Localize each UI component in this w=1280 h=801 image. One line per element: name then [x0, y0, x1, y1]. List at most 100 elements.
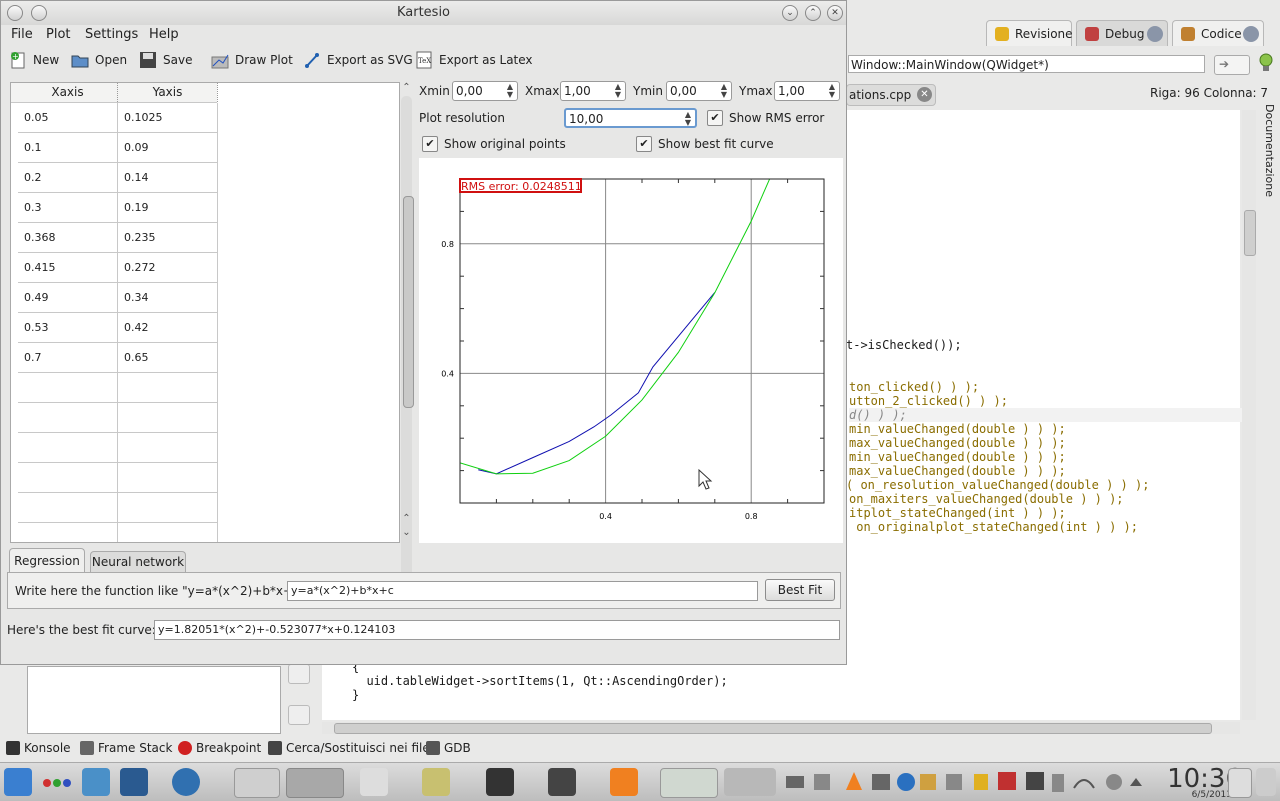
spin-arrows-icon[interactable]: ▲ ▼: [683, 111, 693, 127]
filter-icon[interactable]: [288, 664, 310, 684]
table-cell-x[interactable]: 0.49: [18, 283, 118, 313]
close-icon[interactable]: ✕: [917, 87, 932, 102]
table-cell-y[interactable]: [118, 463, 218, 493]
scroll-down-icon[interactable]: ⌄: [400, 527, 413, 539]
resolution-spinbox[interactable]: 10,00 ▲ ▼: [564, 108, 697, 128]
xmin-spinbox[interactable]: 0,00 ▲ ▼: [452, 81, 518, 101]
task-icon[interactable]: [422, 768, 450, 796]
cashew-icon[interactable]: [1256, 768, 1276, 796]
open-button[interactable]: Open: [71, 49, 129, 71]
table-cell-y[interactable]: 0.09: [118, 133, 218, 163]
new-button[interactable]: + New: [9, 49, 59, 71]
tab-regression[interactable]: Regression: [9, 548, 85, 572]
draw-plot-button[interactable]: Draw Plot: [211, 49, 295, 71]
lightbulb-icon[interactable]: [1258, 53, 1274, 73]
column-header-xaxis[interactable]: Xaxis: [18, 83, 118, 102]
menu-settings[interactable]: Settings: [85, 27, 138, 42]
best-fit-button[interactable]: Best Fit: [765, 579, 835, 601]
table-cell-x[interactable]: 0.368: [18, 223, 118, 253]
tab-neural-network[interactable]: Neural network: [90, 551, 186, 572]
console-icon[interactable]: [548, 768, 576, 796]
table-cell-x[interactable]: [18, 523, 118, 542]
minimize-icon[interactable]: ⌄: [782, 5, 798, 21]
table-cell-y[interactable]: [118, 403, 218, 433]
ymax-spinbox[interactable]: 1,00 ▲ ▼: [774, 81, 840, 101]
tab-codice[interactable]: Codice: [1172, 20, 1264, 46]
terminal-icon[interactable]: [486, 768, 514, 796]
trash-icon[interactable]: [1228, 768, 1252, 798]
tab-debug[interactable]: Debug: [1076, 20, 1168, 46]
table-row[interactable]: 0.7 0.65: [18, 343, 218, 373]
ide-nav-button[interactable]: ➔: [1214, 55, 1250, 75]
desktop-icon[interactable]: [120, 768, 148, 796]
export-svg-button[interactable]: Export as SVG: [303, 49, 413, 71]
activities-icon[interactable]: [40, 768, 74, 796]
table-cell-y[interactable]: [118, 523, 218, 542]
show-points-checkbox[interactable]: ✔: [422, 136, 438, 152]
table-row[interactable]: [18, 373, 218, 403]
tool-breakpoint[interactable]: Breakpoint: [178, 738, 261, 758]
show-rms-checkbox[interactable]: ✔: [707, 110, 723, 126]
tool-search-replace[interactable]: Cerca/Sostituisci nei file: [268, 738, 430, 758]
spin-arrows-icon[interactable]: ▲ ▼: [613, 83, 623, 99]
export-latex-button[interactable]: TeX Export as Latex: [415, 49, 533, 71]
spin-arrows-icon[interactable]: ▲ ▼: [719, 83, 729, 99]
table-row[interactable]: 0.3 0.19: [18, 193, 218, 223]
scroll-thumb[interactable]: [334, 723, 1212, 734]
maximize-icon[interactable]: ⌃: [805, 5, 821, 21]
task-button[interactable]: [234, 768, 280, 798]
table-row[interactable]: 0.368 0.235: [18, 223, 218, 253]
filter-icon[interactable]: [288, 705, 310, 725]
save-button[interactable]: Save: [139, 49, 192, 71]
ide-code-editor-lower[interactable]: { uid.tableWidget->sortItems(1, Qt::Asce…: [322, 660, 1240, 720]
ide-vertical-scrollbar[interactable]: [1242, 110, 1256, 720]
table-cell-y[interactable]: 0.1025: [118, 103, 218, 133]
table-row[interactable]: [18, 523, 218, 542]
title-bar[interactable]: Kartesio ⌄ ⌃ ✕: [1, 1, 846, 25]
table-cell-x[interactable]: [18, 463, 118, 493]
plot-area[interactable]: 0.4 0.8 0.8 0.4 RMS error: 0.0248511: [419, 158, 843, 543]
column-header-yaxis[interactable]: Yaxis: [118, 83, 218, 102]
ide-variables-box[interactable]: [27, 666, 281, 734]
table-cell-y[interactable]: 0.235: [118, 223, 218, 253]
table-cell-y[interactable]: 0.14: [118, 163, 218, 193]
table-cell-y[interactable]: 0.65: [118, 343, 218, 373]
table-row[interactable]: [18, 493, 218, 523]
result-field[interactable]: y=1.82051*(x^2)+-0.523077*x+0.124103: [154, 620, 840, 640]
system-tray[interactable]: [784, 768, 1164, 796]
kde-menu-icon[interactable]: [4, 768, 32, 796]
menu-file[interactable]: File: [11, 27, 33, 42]
table-cell-y[interactable]: [118, 373, 218, 403]
ide-horizontal-scrollbar[interactable]: [322, 722, 1240, 734]
table-cell-x[interactable]: 0.53: [18, 313, 118, 343]
editor-icon[interactable]: [360, 768, 388, 796]
task-button[interactable]: [286, 768, 344, 798]
table-row[interactable]: [18, 463, 218, 493]
table-row[interactable]: 0.1 0.09: [18, 133, 218, 163]
ide-file-tab[interactable]: ations.cpp ✕: [846, 84, 936, 106]
table-scrollbar[interactable]: ⌃ ⌄: [400, 82, 414, 593]
table-cell-x[interactable]: 0.7: [18, 343, 118, 373]
table-row[interactable]: 0.05 0.1025: [18, 103, 218, 133]
function-input[interactable]: y=a*(x^2)+b*x+c: [287, 581, 758, 601]
tool-frame-stack[interactable]: Frame Stack: [80, 738, 172, 758]
tab-revisione[interactable]: Revisione: [986, 20, 1073, 46]
table-cell-y[interactable]: 0.272: [118, 253, 218, 283]
menu-help[interactable]: Help: [149, 27, 179, 42]
spin-arrows-icon[interactable]: ▲ ▼: [505, 83, 515, 99]
ymin-spinbox[interactable]: 0,00 ▲ ▼: [666, 81, 732, 101]
scroll-up-icon[interactable]: ⌃: [400, 82, 413, 94]
xmax-spinbox[interactable]: 1,00 ▲ ▼: [560, 81, 626, 101]
table-row[interactable]: 0.415 0.272: [18, 253, 218, 283]
table-cell-y[interactable]: 0.42: [118, 313, 218, 343]
menu-plot[interactable]: Plot: [46, 27, 71, 42]
table-row[interactable]: 0.49 0.34: [18, 283, 218, 313]
table-row[interactable]: 0.2 0.14: [18, 163, 218, 193]
table-row[interactable]: 0.53 0.42: [18, 313, 218, 343]
table-cell-x[interactable]: 0.415: [18, 253, 118, 283]
table-cell-x[interactable]: [18, 433, 118, 463]
file-manager-icon[interactable]: [82, 768, 110, 796]
table-cell-y[interactable]: 0.34: [118, 283, 218, 313]
kartesio-task-button[interactable]: [660, 768, 718, 798]
ide-function-signature[interactable]: Window::MainWindow(QWidget*): [848, 55, 1205, 73]
